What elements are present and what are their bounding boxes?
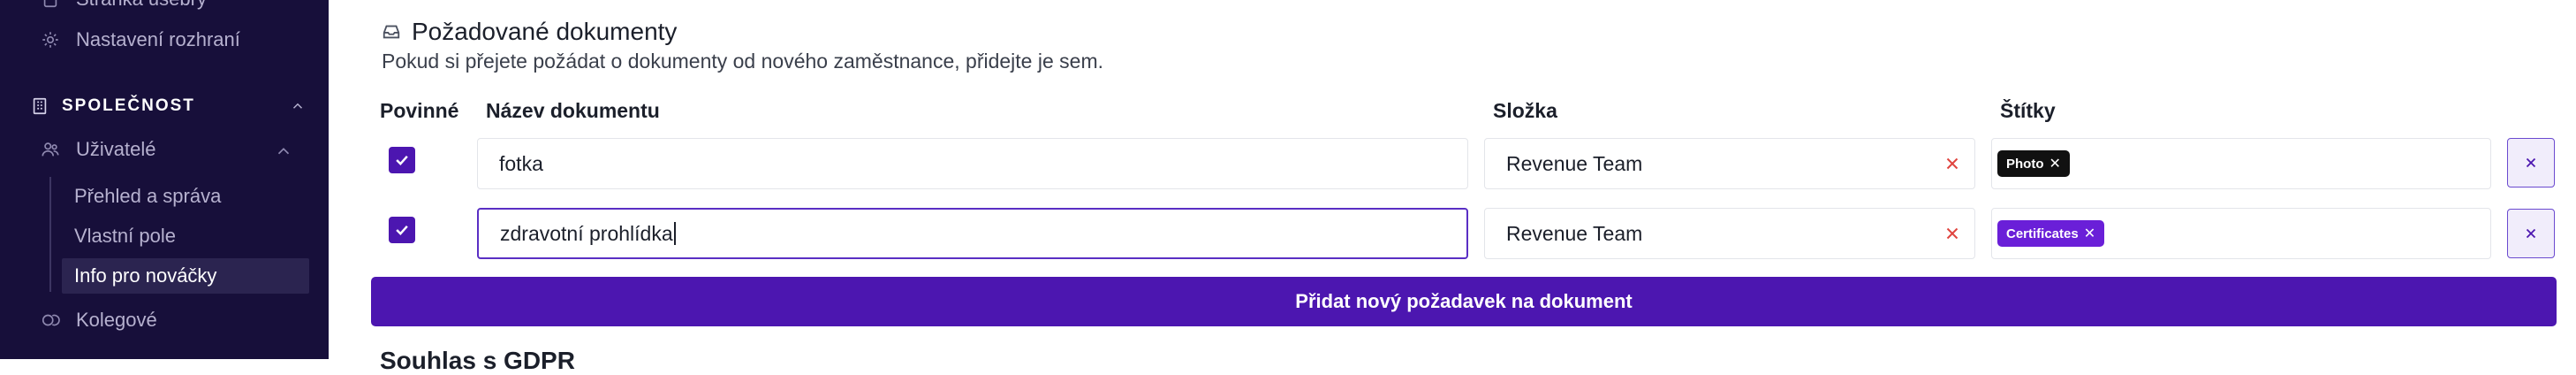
- document-name-input[interactable]: zdravotní prohlídka: [477, 208, 1468, 259]
- folder-select[interactable]: Revenue Team: [1484, 138, 1975, 189]
- sidebar-group-label: Uživatelé: [76, 138, 156, 160]
- sidebar-section-company[interactable]: SPOLEČNOST: [30, 92, 306, 120]
- inbox-icon: [383, 25, 400, 39]
- sidebar: Stránka ušebry Nastavení rozhraní SPOLEČ…: [0, 0, 329, 359]
- sidebar-subitem-label: Vlastní pole: [74, 225, 176, 247]
- folder-value: Revenue Team: [1506, 151, 1643, 175]
- clear-folder-icon[interactable]: [1943, 154, 1962, 173]
- column-header-folder: Složka: [1493, 99, 1557, 122]
- sidebar-item-label: Stránka ušebry: [76, 0, 207, 11]
- remove-tag-icon[interactable]: ✕: [2084, 225, 2095, 242]
- document-name-input[interactable]: fotka: [477, 138, 1468, 189]
- coins-icon: [41, 310, 60, 330]
- doc-icon: [41, 0, 60, 9]
- check-icon: [396, 155, 408, 165]
- sidebar-subitem-custom-fields[interactable]: Vlastní pole: [74, 218, 176, 254]
- sidebar-subitem-label: Info pro nováčky: [74, 264, 217, 287]
- check-icon: [396, 225, 408, 235]
- tags-input[interactable]: Certificates ✕: [1991, 208, 2491, 259]
- next-section-title: Souhlas s GDPR: [380, 347, 575, 374]
- add-button-label: Přidat nový požadavek na dokument: [1295, 290, 1633, 312]
- tag-label: Certificates: [2006, 226, 2079, 241]
- sub-menu-line: [49, 177, 51, 292]
- text-caret: [673, 222, 676, 245]
- column-header-required: Povinné: [380, 99, 459, 122]
- close-icon: [2526, 157, 2536, 168]
- users-icon: [41, 140, 60, 159]
- sidebar-item-page[interactable]: Stránka ušebry: [41, 0, 207, 11]
- chevron-up-icon[interactable]: [274, 142, 293, 161]
- folder-value: Revenue Team: [1506, 221, 1643, 245]
- remove-tag-icon[interactable]: ✕: [2049, 155, 2061, 172]
- section-subtitle: Pokud si přejete požádat o dokumenty od …: [382, 50, 1103, 73]
- required-checkbox[interactable]: [389, 147, 415, 173]
- gear-icon: [41, 30, 60, 50]
- main-content: Požadované dokumenty Pokud si přejete po…: [329, 0, 2576, 374]
- tag-chip: Photo ✕: [1997, 150, 2070, 177]
- chevron-up-icon[interactable]: [290, 98, 306, 114]
- add-document-request-button[interactable]: Přidat nový požadavek na dokument: [371, 277, 2557, 326]
- folder-select[interactable]: Revenue Team: [1484, 208, 1975, 259]
- document-name-value: fotka: [499, 151, 543, 175]
- sidebar-group-users[interactable]: Uživatelé: [41, 138, 297, 161]
- sidebar-item-label: Kolegové: [76, 309, 157, 331]
- column-header-name: Název dokumentu: [486, 99, 660, 122]
- document-name-value: zdravotní prohlídka: [500, 221, 673, 245]
- close-icon: [2526, 228, 2536, 239]
- remove-row-button[interactable]: [2507, 209, 2555, 258]
- sidebar-item-interface-settings[interactable]: Nastavení rozhraní: [41, 28, 240, 51]
- required-checkbox[interactable]: [389, 217, 415, 243]
- tags-input[interactable]: Photo ✕: [1991, 138, 2491, 189]
- clear-folder-icon[interactable]: [1943, 224, 1962, 243]
- sidebar-subitem-label: Přehled a správa: [74, 185, 222, 207]
- sidebar-item-label: Nastavení rozhraní: [76, 28, 240, 50]
- tag-label: Photo: [2006, 156, 2044, 172]
- sidebar-item-colleagues[interactable]: Kolegové: [41, 309, 157, 332]
- section-title-text: Požadované dokumenty: [412, 18, 678, 45]
- remove-row-button[interactable]: [2507, 138, 2555, 188]
- tag-chip: Certificates ✕: [1997, 220, 2105, 247]
- column-header-tags: Štítky: [2000, 99, 2056, 122]
- section-title: Požadované dokumenty: [382, 18, 677, 46]
- sidebar-subitem-onboarding-info[interactable]: Info pro nováčky: [62, 258, 309, 294]
- sidebar-subitem-overview[interactable]: Přehled a správa: [74, 179, 221, 214]
- building-icon: [30, 96, 49, 116]
- sidebar-section-label: SPOLEČNOST: [62, 96, 195, 115]
